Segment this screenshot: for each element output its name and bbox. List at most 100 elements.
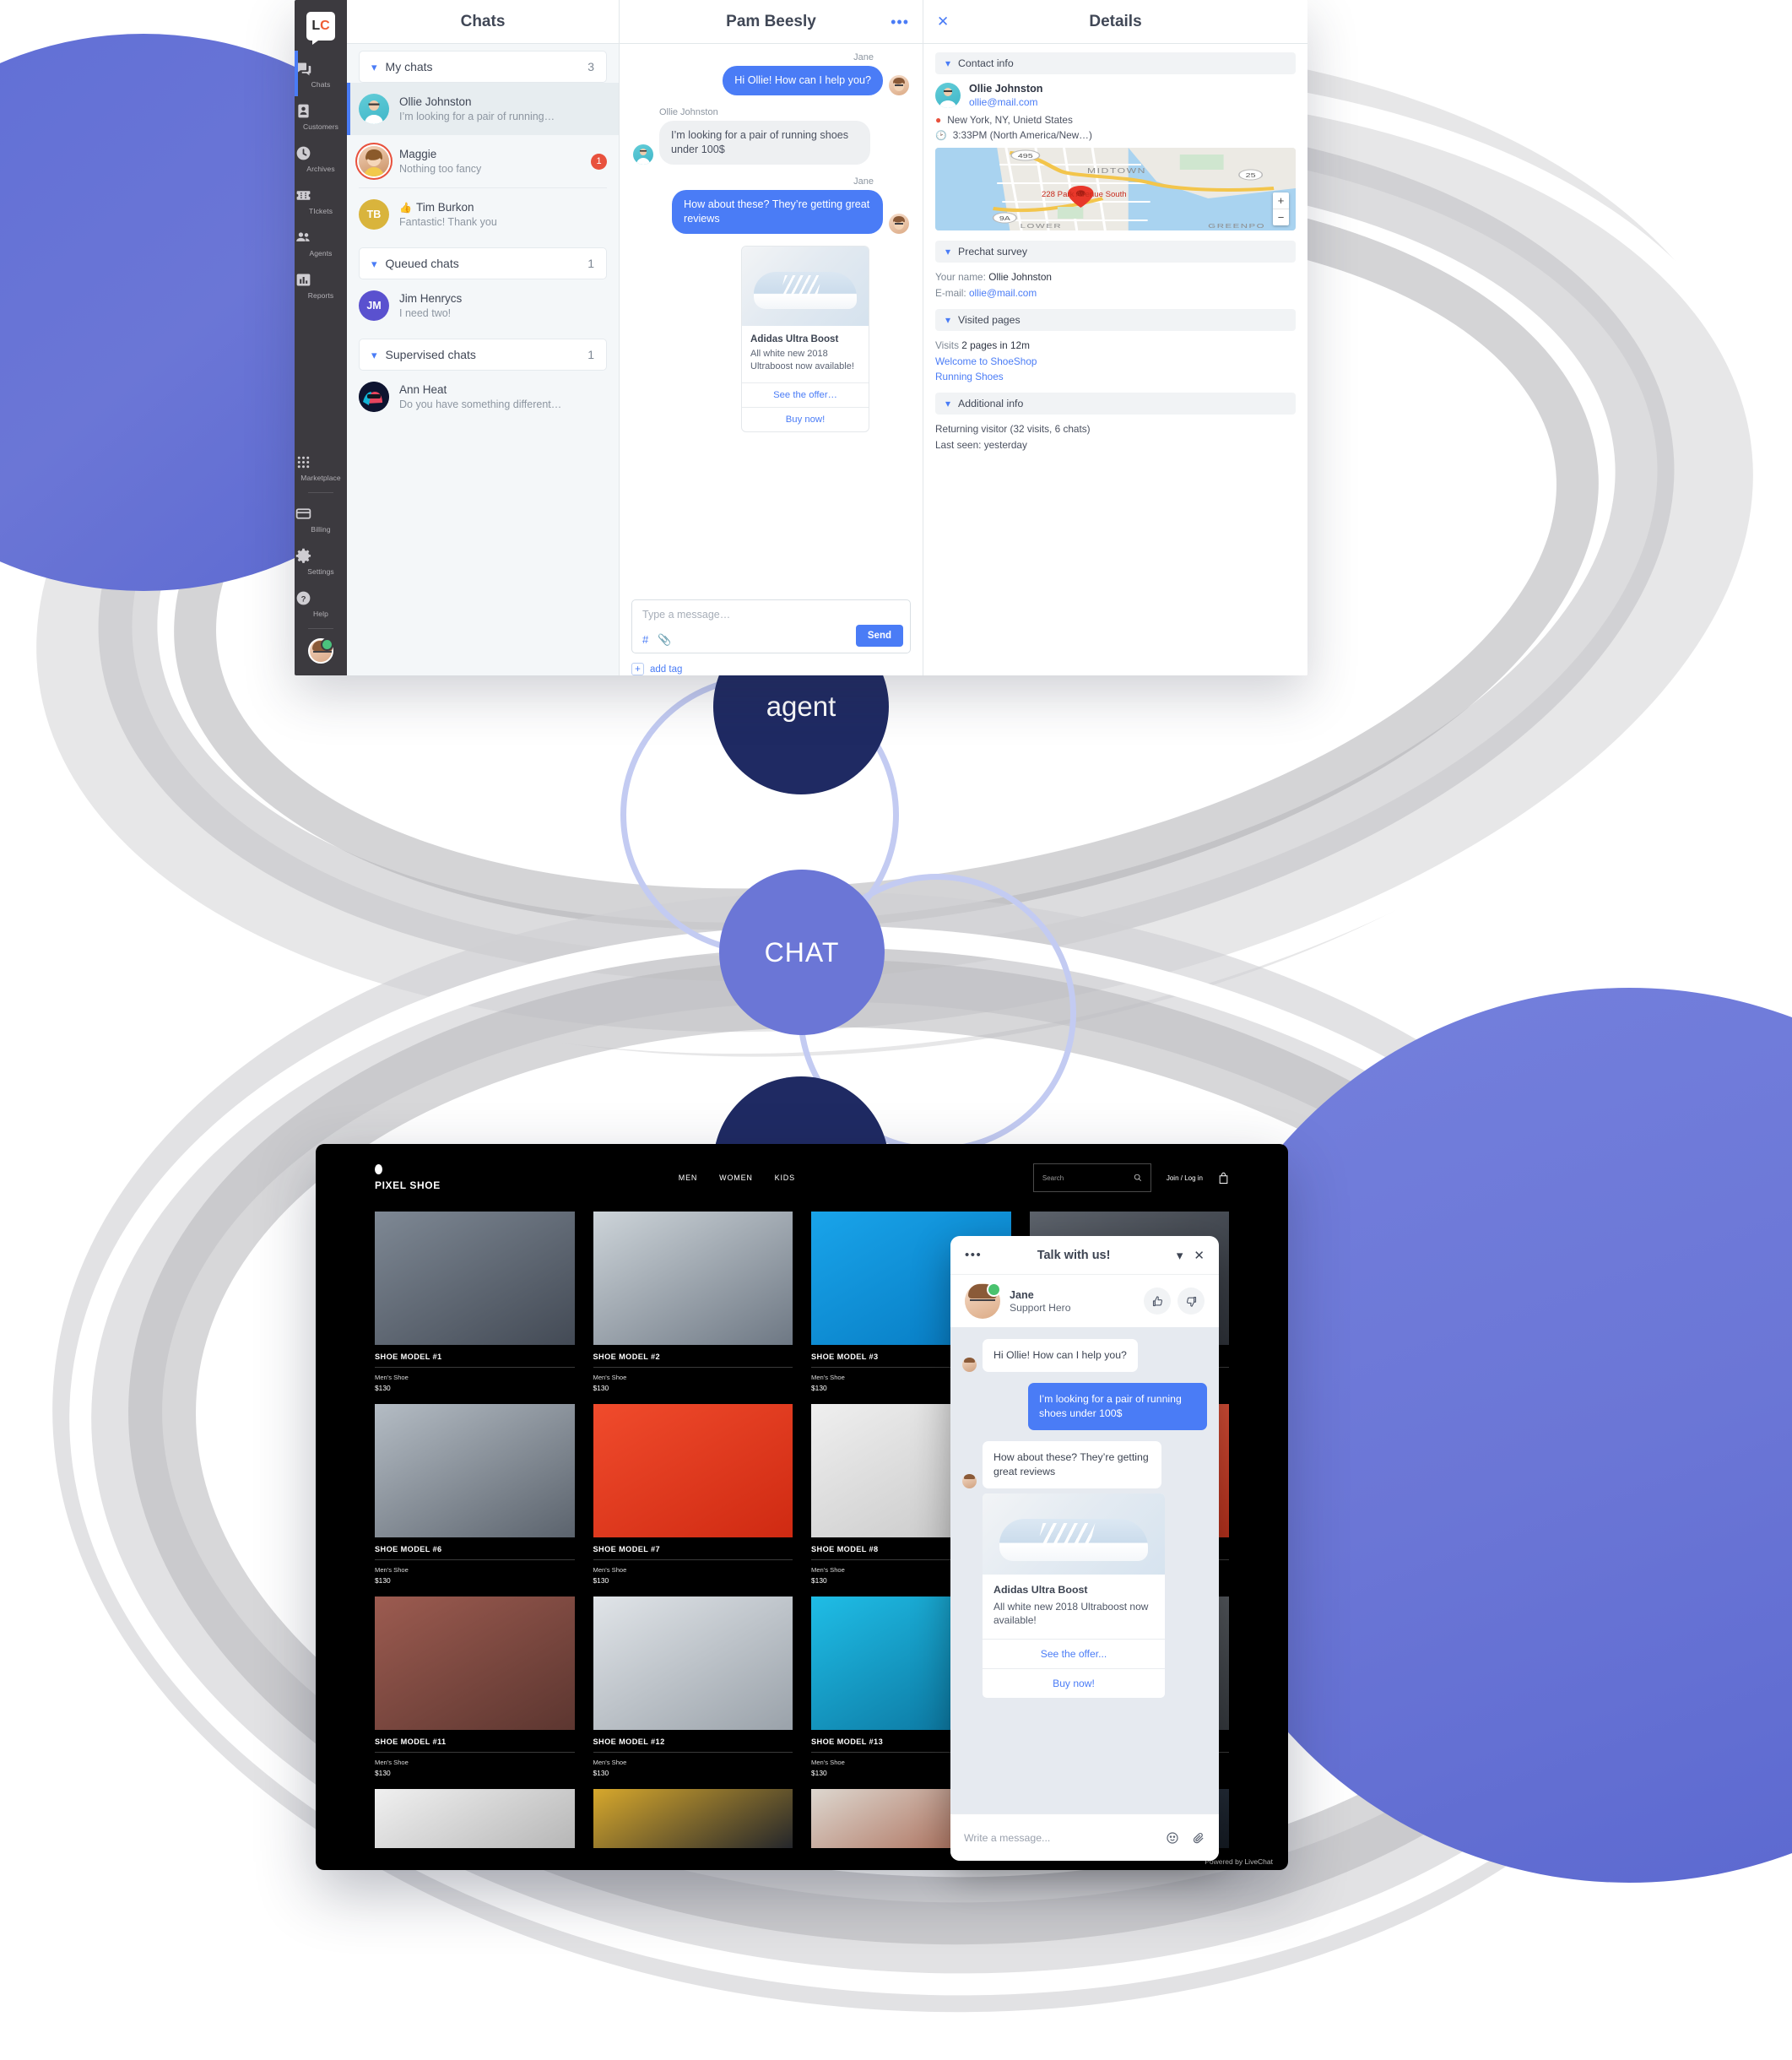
shopping-bag-icon[interactable] xyxy=(1218,1172,1229,1184)
sidebar-item-chats[interactable]: Chats xyxy=(295,52,347,95)
chats-panel-header: Chats xyxy=(347,0,619,44)
widget-product-title: Adidas Ultra Boost xyxy=(993,1583,1088,1596)
chat-group-queued-chats-label: Queued chats xyxy=(385,257,459,270)
send-button[interactable]: Send xyxy=(855,625,903,647)
message-input[interactable]: Type a message… # 📎 Send xyxy=(631,599,911,653)
chevron-down-icon: ▾ xyxy=(945,57,951,69)
shop-nav-men[interactable]: MEN xyxy=(679,1174,697,1182)
search-input-placeholder: Search xyxy=(1042,1174,1064,1182)
product-sub: Men's Shoe xyxy=(375,1566,409,1574)
node-agent-label: agent xyxy=(766,691,836,722)
chat-list-item-preview: Fantastic! Thank you xyxy=(399,216,497,228)
product-card-2[interactable]: SHOE MODEL #2 Men's Shoe $130 xyxy=(593,1212,793,1392)
emoji-icon[interactable] xyxy=(1166,1831,1179,1845)
message-author: Ollie Johnston xyxy=(659,107,718,117)
visited-page-link-1[interactable]: Welcome to ShoeShop xyxy=(935,355,1296,367)
contact-time: 🕑 3:33PM (North America/New…) xyxy=(935,129,1296,141)
chat-group-my-chats[interactable]: ▾ My chats 3 xyxy=(359,51,607,83)
chat-list-item-ann[interactable]: Ann Heat Do you have something different… xyxy=(347,371,619,423)
chat-group-supervised-chats-label: Supervised chats xyxy=(385,348,476,361)
svg-text:GREENPO: GREENPO xyxy=(1208,223,1265,230)
prechat-field-email-value[interactable]: ollie@mail.com xyxy=(969,287,1037,299)
section-additional-info[interactable]: ▾ Additional info xyxy=(935,393,1296,415)
hash-icon[interactable]: # xyxy=(642,633,648,647)
logo-letter-left: L xyxy=(311,19,321,33)
avatar-initials-text: JM xyxy=(366,300,382,312)
product-card-1[interactable]: SHOE MODEL #1 Men's Shoe $130 xyxy=(375,1212,575,1392)
product-name: SHOE MODEL #6 xyxy=(375,1537,575,1560)
node-chat-label: CHAT xyxy=(764,936,840,968)
product-card-buy-now-button[interactable]: Buy now! xyxy=(742,406,869,431)
chat-list-item-tim[interactable]: TB 👍 Tim Burkon Fantastic! Thank you xyxy=(347,188,619,241)
chat-list-item-maggie[interactable]: Maggie Nothing too fancy 1 xyxy=(347,135,619,187)
shop-nav-kids[interactable]: KIDS xyxy=(775,1174,795,1182)
message-input-placeholder: Type a message… xyxy=(642,609,731,621)
account-link[interactable]: Join / Log in xyxy=(1167,1174,1203,1182)
sidebar-item-agents[interactable]: Agents xyxy=(295,221,347,263)
thumbs-down-icon[interactable] xyxy=(1178,1288,1205,1315)
svg-text:MIDTOWN: MIDTOWN xyxy=(1087,168,1146,176)
contact-location-text: New York, NY, Unietd States xyxy=(947,114,1073,126)
message-bubble: I’m looking for a pair of running shoes … xyxy=(659,121,870,165)
paperclip-icon[interactable] xyxy=(1191,1831,1205,1845)
sidebar-item-help[interactable]: ? Help xyxy=(295,582,347,624)
section-visited-pages[interactable]: ▾ Visited pages xyxy=(935,309,1296,331)
sidebar-item-customers[interactable]: Customers xyxy=(295,95,347,137)
chat-list-item-ollie[interactable]: Ollie Johnston I’m looking for a pair of… xyxy=(347,83,619,135)
add-tag-button[interactable]: + add tag xyxy=(620,659,923,675)
widget-message-incoming-1: Hi Ollie! How can I help you? xyxy=(962,1339,1207,1372)
product-card-6[interactable]: SHOE MODEL #6 Men's Shoe $130 xyxy=(375,1404,575,1585)
sidebar-item-tickets[interactable]: TIckets xyxy=(295,179,347,221)
map-zoom-out-button[interactable]: − xyxy=(1273,209,1289,225)
widget-see-offer-button[interactable]: See the offer... xyxy=(983,1638,1165,1668)
sidebar-item-billing[interactable]: Billing xyxy=(295,497,347,539)
map-zoom-in-button[interactable]: + xyxy=(1273,192,1289,209)
avatar xyxy=(962,1473,977,1488)
paperclip-icon[interactable]: 📎 xyxy=(658,633,671,647)
widget-message-input[interactable]: Write a message... xyxy=(964,1832,1154,1844)
more-options-icon[interactable]: ••• xyxy=(891,14,909,30)
chat-group-my-chats-count: 3 xyxy=(587,60,594,73)
contact-email[interactable]: ollie@mail.com xyxy=(969,96,1042,108)
conversation-panel: Pam Beesly ••• Jane Hi Ollie! How can I … xyxy=(620,0,923,675)
location-map[interactable]: MIDTOWN LOWER GREENPO 495 25 9A 228 Park… xyxy=(935,148,1296,230)
visited-page-link-2[interactable]: Running Shoes xyxy=(935,371,1296,382)
sidebar-item-settings[interactable]: Settings xyxy=(295,539,347,582)
shop-nav-women[interactable]: WOMEN xyxy=(719,1174,753,1182)
product-card-16[interactable] xyxy=(375,1789,575,1848)
sidebar-item-marketplace[interactable]: Marketplace xyxy=(295,446,347,488)
section-prechat-survey[interactable]: ▾ Prechat survey xyxy=(935,241,1296,263)
product-card-17[interactable] xyxy=(593,1789,793,1848)
chat-list-item-preview: Do you have something different… xyxy=(399,398,562,410)
section-contact-info[interactable]: ▾ Contact info xyxy=(935,52,1296,74)
chat-list-item-jim[interactable]: JM Jim Henrycs I need two! xyxy=(347,279,619,332)
product-sub: Men's Shoe xyxy=(593,1566,627,1574)
product-card-7[interactable]: SHOE MODEL #7 Men's Shoe $130 xyxy=(593,1404,793,1585)
additional-info-line-2: Last seen: yesterday xyxy=(935,439,1027,451)
shop-brand[interactable]: PIXEL SHOE xyxy=(375,1164,441,1191)
chevron-down-icon[interactable]: ▾ xyxy=(1177,1248,1183,1263)
product-price: $130 xyxy=(375,1769,391,1777)
close-icon[interactable]: ✕ xyxy=(937,14,949,30)
thumbs-up-icon[interactable] xyxy=(1144,1288,1171,1315)
widget-buy-now-button[interactable]: Buy now! xyxy=(983,1667,1165,1698)
node-chat: CHAT xyxy=(719,870,885,1035)
sidebar-item-archives[interactable]: Archives xyxy=(295,137,347,179)
visits-line: Visits 2 pages in 12m xyxy=(935,339,1296,351)
product-card-see-offer-button[interactable]: See the offer… xyxy=(742,382,869,407)
customer-badge-icon xyxy=(295,102,347,120)
section-prechat-survey-label: Prechat survey xyxy=(958,246,1028,258)
chat-group-queued-chats[interactable]: ▾ Queued chats 1 xyxy=(359,247,607,279)
more-options-icon[interactable]: ••• xyxy=(965,1249,982,1261)
chat-group-supervised-chats[interactable]: ▾ Supervised chats 1 xyxy=(359,339,607,371)
product-card-11[interactable]: SHOE MODEL #11 Men's Shoe $130 xyxy=(375,1596,575,1777)
product-card-12[interactable]: SHOE MODEL #12 Men's Shoe $130 xyxy=(593,1596,793,1777)
search-input[interactable]: Search xyxy=(1032,1163,1151,1192)
brand-dot-icon xyxy=(375,1164,382,1174)
close-icon[interactable]: ✕ xyxy=(1194,1248,1205,1263)
additional-info-line-1: Returning visitor (32 visits, 6 chats) xyxy=(935,423,1091,435)
current-agent-avatar[interactable] xyxy=(308,638,333,664)
widget-message-list: Hi Ollie! How can I help you? I’m lookin… xyxy=(950,1327,1219,1813)
sidebar-item-reports[interactable]: Reports xyxy=(295,263,347,306)
chat-list-item-meta: Ann Heat Do you have something different… xyxy=(399,383,607,410)
